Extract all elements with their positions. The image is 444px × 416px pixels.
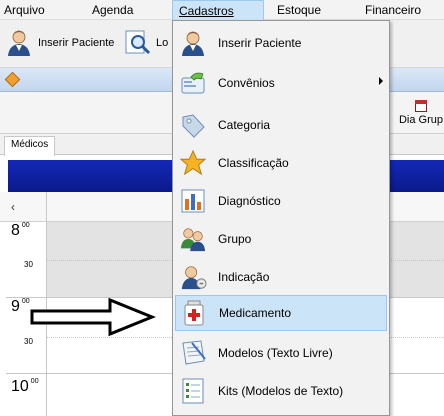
menu-item-label: Diagnóstico [218,194,281,208]
menu-agenda-label: Agenda [92,3,134,17]
notebook-icon [179,339,207,367]
menu-item-label: Modelos (Texto Livre) [218,346,333,360]
group-icon [179,225,207,253]
tab-medicos[interactable]: Médicos [4,136,56,156]
menu-item-label: Convênios [218,76,275,90]
half-hour-label: 30 [24,337,33,346]
menu-item-classificacao[interactable]: Classificação [175,145,387,181]
dia-grupo-label: Dia Grup [398,114,444,126]
divider [46,192,47,222]
localizar-button[interactable]: Lo [124,28,168,58]
inserir-paciente-button[interactable]: Inserir Paciente [4,28,114,58]
menu-cadastros[interactable]: Cadastros [172,0,264,20]
menu-item-diagnostico[interactable]: Diagnóstico [175,183,387,219]
menu-item-label: Inserir Paciente [218,36,302,50]
window-diamond-icon [4,71,21,88]
menu-bar: Arquivo Agenda Cadastros Estoque Finance… [0,0,444,20]
tag-icon [179,111,207,139]
menu-item-kits-modelos[interactable]: Kits (Modelos de Texto) [175,373,387,409]
hour-label-9: 9 00 [11,298,30,315]
menu-item-categoria[interactable]: Categoria [175,107,387,143]
menu-item-label: Kits (Modelos de Texto) [218,384,344,398]
nav-prev-button[interactable]: ‹ [11,200,15,214]
menu-item-modelos-texto-livre[interactable]: Modelos (Texto Livre) [175,335,387,371]
menu-item-inserir-paciente[interactable]: Inserir Paciente [175,25,387,61]
minute-label: 00 [21,298,30,305]
menu-item-medicamento[interactable]: Medicamento [175,295,387,331]
hour-label-10: 10 00 [11,378,39,395]
menu-item-label: Medicamento [219,306,292,320]
menu-item-label: Classificação [218,156,289,170]
referral-icon [179,263,207,291]
menu-arquivo[interactable]: Arquivo [4,3,45,17]
menu-item-label: Indicação [218,270,270,284]
menu-estoque-label: Estoque [277,3,322,17]
inserir-paciente-label: Inserir Paciente [38,37,115,49]
minute-label: 00 [21,222,30,229]
menu-item-label: Grupo [218,232,252,246]
menu-financeiro-label: Financeiro [365,3,422,17]
half-hour-label: 30 [24,260,33,269]
star-icon [179,149,207,177]
dia-grupo-button[interactable]: Dia Grup [398,100,444,126]
localizar-label: Lo [156,37,169,49]
menu-financeiro[interactable]: Financeiro [365,3,421,17]
magnifier-icon [124,28,152,59]
medicine-icon [180,299,208,327]
cadastros-dropdown: Inserir Paciente Convênios Categoria Cla… [172,20,390,416]
hour-divider [6,373,47,374]
minute-label: 00 [30,378,39,385]
menu-agenda[interactable]: Agenda [92,3,133,17]
annotation-arrow-icon [30,297,156,337]
menu-cadastros-label: Cadastros [179,4,234,18]
submenu-arrow-icon [379,77,383,85]
menu-estoque[interactable]: Estoque [277,3,321,17]
menu-item-grupo[interactable]: Grupo [175,221,387,257]
patient-icon [179,29,207,57]
menu-item-indicacao[interactable]: Indicação [175,259,387,295]
kit-list-icon [179,377,207,405]
menu-item-label: Categoria [218,118,271,132]
tab-medicos-label: Médicos [11,139,49,150]
patient-icon [4,27,34,60]
calendar-icon [415,100,427,112]
menu-item-convenios[interactable]: Convênios [175,65,387,101]
chart-icon [179,187,207,215]
hour-label-8: 8 00 [11,222,30,239]
handshake-card-icon [179,69,207,97]
menu-arquivo-label: Arquivo [4,3,45,17]
